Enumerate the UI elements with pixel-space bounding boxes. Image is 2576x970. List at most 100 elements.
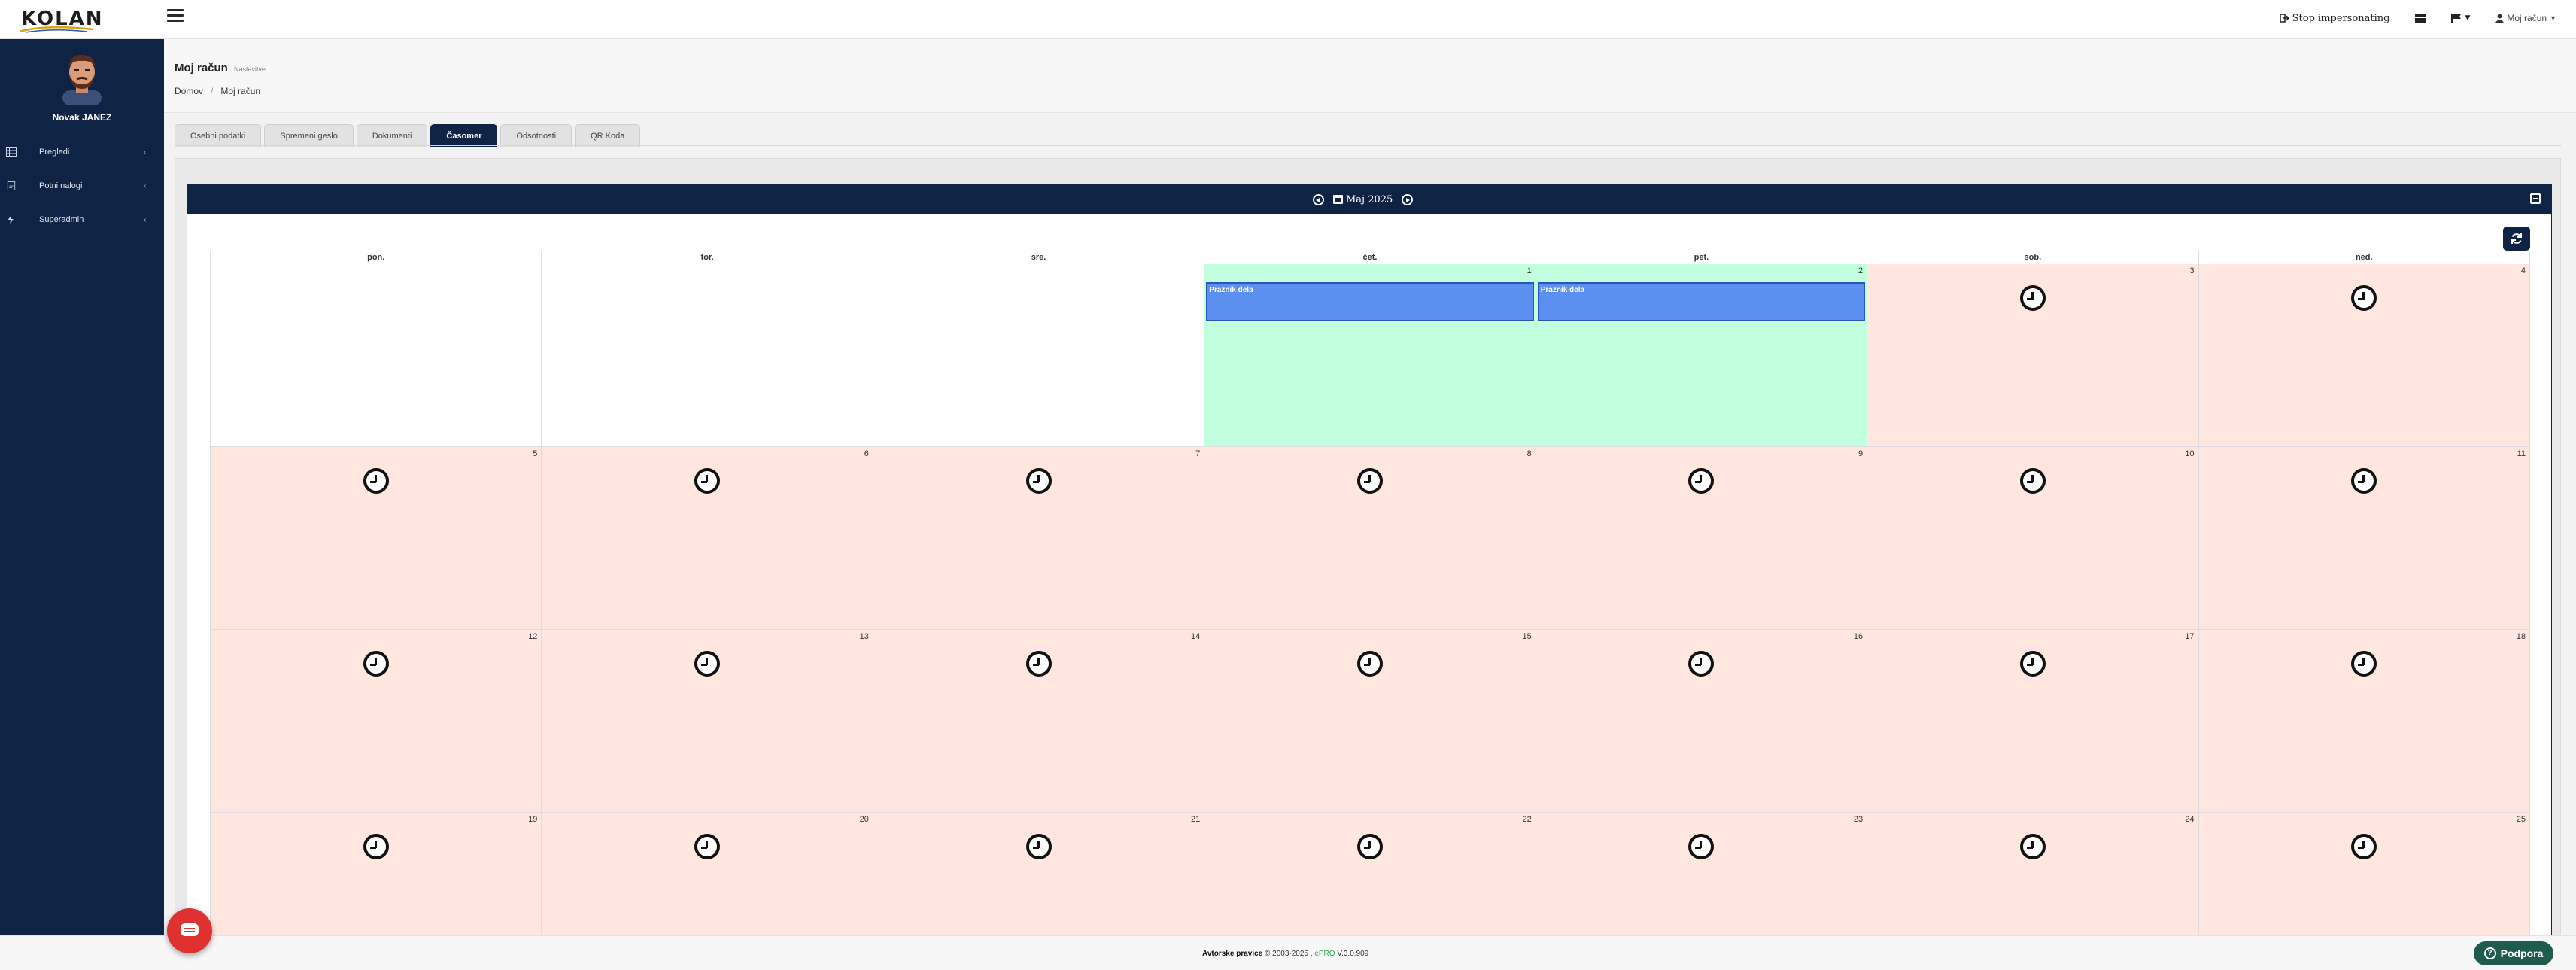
clock-icon[interactable]	[694, 834, 721, 859]
calendar-cell-empty	[542, 264, 873, 447]
clock-icon[interactable]	[2351, 834, 2377, 859]
weekday-label: čet.	[1204, 251, 1536, 265]
day-number: 18	[2516, 632, 2526, 641]
day-number: 11	[2517, 449, 2526, 458]
windows-icon	[2415, 14, 2426, 23]
chat-button[interactable]	[167, 908, 212, 953]
chevron-down-icon: ▼	[2465, 14, 2471, 22]
account-label: Moj račun	[2507, 13, 2547, 23]
day-number: 6	[864, 449, 869, 458]
clock-icon[interactable]	[363, 651, 389, 677]
clock-icon[interactable]	[694, 651, 721, 677]
day-number: 1	[1526, 266, 1532, 275]
language-dropdown[interactable]: ▼	[2451, 13, 2471, 23]
sidebar: Novak JANEZ Pregledi ‹ Potni nalogi ‹ Su…	[0, 39, 164, 935]
breadcrumb-separator: /	[211, 86, 214, 96]
day-number: 23	[1853, 815, 1864, 824]
calendar-day-cell[interactable]: 8	[1204, 447, 1536, 630]
day-number: 17	[2185, 632, 2195, 641]
version-text: V.3.0.909	[1337, 950, 1369, 958]
sidebar-item-potni-nalogi[interactable]: Potni nalogi ‹	[0, 175, 164, 197]
collapse-panel-icon[interactable]	[2530, 193, 2541, 204]
calendar-day-cell[interactable]: 17	[1867, 630, 2199, 813]
refresh-button[interactable]	[2503, 227, 2530, 251]
tab-odsotnosti[interactable]: Odsotnosti	[500, 124, 573, 147]
calendar-day-cell[interactable]: 11	[2198, 447, 2530, 630]
clock-icon[interactable]	[1356, 651, 1383, 677]
holiday-event[interactable]: Praznik dela	[1537, 282, 1866, 321]
account-tabs: Osebni podatki Spremeni geslo Dokumenti …	[175, 124, 641, 147]
calendar-day-cell[interactable]: 7	[873, 447, 1205, 630]
clock-icon[interactable]	[1688, 468, 1715, 494]
calendar-day-cell[interactable]: 2 Praznik dela	[1536, 264, 1868, 447]
clock-icon[interactable]	[1025, 834, 1052, 859]
flag-icon	[2451, 13, 2462, 23]
clock-icon[interactable]	[363, 834, 389, 859]
main-content: Moj račun Nastavitve Domov / Moj račun O…	[164, 39, 2576, 970]
clock-icon[interactable]	[363, 468, 389, 494]
breadcrumb-home-link[interactable]: Domov	[175, 86, 203, 96]
clock-icon[interactable]	[694, 468, 721, 494]
calendar-day-cell[interactable]: 13	[542, 630, 873, 813]
tab-osebni-podatki[interactable]: Osebni podatki	[175, 124, 262, 147]
calendar-day-cell[interactable]: 3	[1867, 264, 2199, 447]
weekday-label: tor.	[542, 251, 873, 265]
day-number: 16	[1853, 632, 1864, 641]
user-avatar[interactable]	[59, 51, 105, 105]
calendar-day-cell[interactable]: 18	[2198, 630, 2530, 813]
calendar-day-cell[interactable]: 6	[542, 447, 873, 630]
clock-icon[interactable]	[2019, 285, 2046, 311]
calendar-day-cell[interactable]: 14	[873, 630, 1205, 813]
calendar-cell-empty	[873, 264, 1205, 447]
day-number: 20	[859, 815, 869, 824]
chevron-left-icon: ‹	[144, 215, 147, 224]
kolan-logo[interactable]: KOLAN	[15, 5, 102, 35]
tab-spremeni-geslo[interactable]: Spremeni geslo	[264, 124, 354, 147]
sidebar-item-label: Pregledi	[39, 147, 70, 157]
sidebar-item-pregledi[interactable]: Pregledi ‹	[0, 141, 164, 163]
tab-qr-koda[interactable]: QR Koda	[575, 124, 641, 147]
calendar-day-cell[interactable]: 10	[1867, 447, 2199, 630]
sidebar-item-superadmin[interactable]: Superadmin ‹	[0, 208, 164, 231]
day-number: 9	[1858, 449, 1864, 458]
support-button[interactable]: ? Podpora	[2474, 941, 2553, 965]
day-number: 4	[2520, 266, 2526, 275]
chevron-left-icon: ‹	[144, 147, 147, 157]
stop-impersonating-link[interactable]: Stop impersonating	[2279, 13, 2389, 24]
tab-dokumenti[interactable]: Dokumenti	[356, 124, 428, 147]
calendar-day-cell[interactable]: 4	[2198, 264, 2530, 447]
clock-icon[interactable]	[1025, 468, 1052, 494]
account-dropdown[interactable]: Moj račun ▼	[2496, 13, 2556, 23]
calendar-day-cell[interactable]: 5	[211, 447, 542, 630]
apps-button[interactable]	[2415, 14, 2426, 23]
tab-casomer[interactable]: Časomer	[430, 124, 498, 147]
clock-icon[interactable]	[1356, 834, 1383, 859]
breadcrumb-current: Moj račun	[220, 86, 261, 96]
calendar-day-cell[interactable]: 1 Praznik dela	[1204, 264, 1536, 447]
sign-out-icon	[2279, 14, 2289, 23]
clock-icon[interactable]	[2019, 468, 2046, 494]
calendar-day-cell[interactable]: 16	[1536, 630, 1868, 813]
clock-icon[interactable]	[1688, 834, 1715, 859]
clock-icon[interactable]	[1356, 468, 1383, 494]
calendar-day-cell[interactable]: 9	[1536, 447, 1868, 630]
calendar-day-cell[interactable]: 15	[1204, 630, 1536, 813]
clock-icon[interactable]	[2351, 651, 2377, 677]
menu-toggle-icon[interactable]	[167, 9, 184, 24]
day-number: 7	[1195, 449, 1201, 458]
copyright-prefix: Avtorske pravice	[1202, 950, 1263, 958]
user-icon	[2496, 14, 2505, 23]
clock-icon[interactable]	[1025, 651, 1052, 677]
clock-icon[interactable]	[2351, 285, 2377, 311]
clock-icon[interactable]	[1688, 651, 1715, 677]
clock-icon[interactable]	[2019, 834, 2046, 859]
tab-divider	[175, 145, 2561, 146]
page-title-text: Moj račun	[175, 62, 228, 74]
calendar-day-cell[interactable]: 12	[211, 630, 542, 813]
clock-icon[interactable]	[2351, 468, 2377, 494]
next-month-icon[interactable]	[1402, 193, 1414, 205]
previous-month-icon[interactable]	[1313, 193, 1324, 205]
clock-icon[interactable]	[2019, 651, 2046, 677]
brand-link[interactable]: ePRO	[1314, 950, 1335, 958]
holiday-event[interactable]: Praznik dela	[1206, 282, 1534, 321]
